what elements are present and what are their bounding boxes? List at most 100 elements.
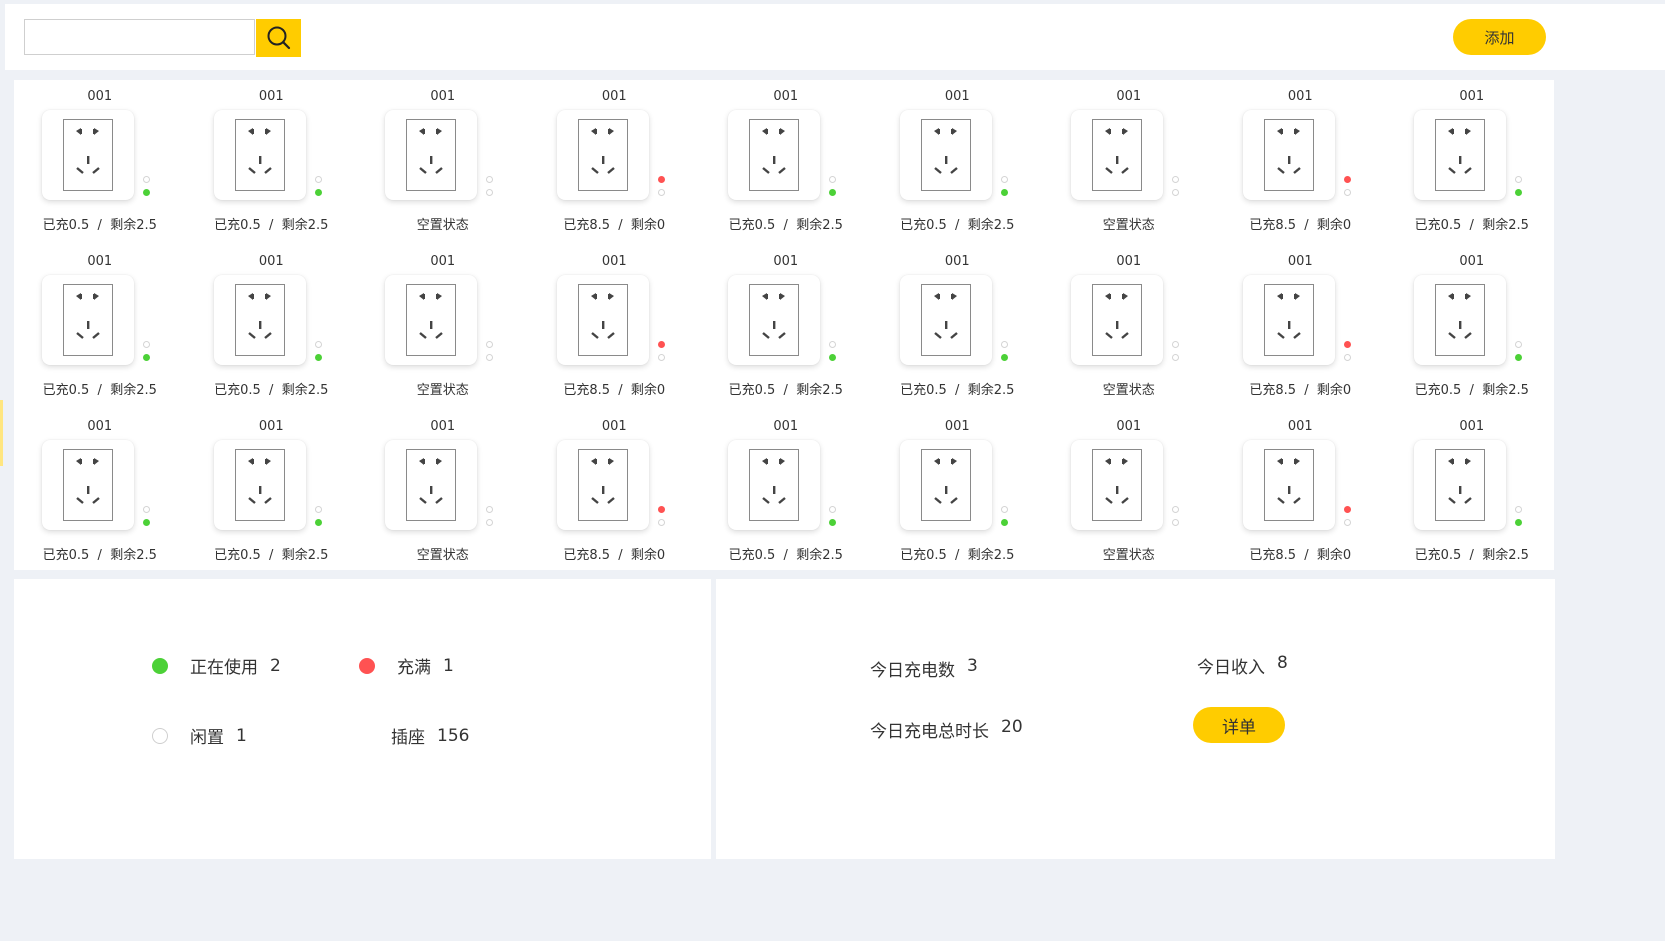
socket-id: 001 xyxy=(430,89,456,104)
socket-cell: 001 空置状态 xyxy=(1043,245,1215,410)
socket-id: 001 xyxy=(601,89,627,104)
socket-card[interactable] xyxy=(1414,275,1506,365)
socket-cell: 001 空置状态 xyxy=(357,245,529,410)
socket-card[interactable] xyxy=(213,440,306,530)
socket-card[interactable] xyxy=(1071,440,1163,530)
power-outlet-icon xyxy=(749,119,799,191)
socket-status: 已充0.5 / 剩余2.5 xyxy=(900,218,1015,233)
detail-button[interactable]: 详单 xyxy=(1193,707,1285,743)
today-charges-value: 3 xyxy=(967,656,978,676)
status-led-bottom-icon xyxy=(1000,519,1008,526)
socket-id: 001 xyxy=(430,254,456,269)
socket-id: 001 xyxy=(258,419,284,434)
status-led-top-icon xyxy=(829,176,836,183)
status-led-top-icon xyxy=(1343,506,1351,513)
socket-id: 001 xyxy=(1287,419,1313,434)
status-led-bottom-icon xyxy=(1343,354,1351,361)
socket-status: 已充0.5 / 剩余2.5 xyxy=(1414,383,1529,398)
socket-cell: 001 已充8.5 / 剩余0 xyxy=(1215,80,1387,245)
status-led-top-icon xyxy=(314,506,322,513)
socket-card[interactable] xyxy=(213,110,306,200)
socket-id: 001 xyxy=(1459,89,1485,104)
socket-card[interactable] xyxy=(1242,275,1335,365)
power-outlet-icon xyxy=(1263,284,1314,356)
socket-id: 001 xyxy=(1116,419,1142,434)
power-outlet-icon xyxy=(749,284,799,356)
socket-card[interactable] xyxy=(899,440,992,530)
socket-card[interactable] xyxy=(1071,110,1163,200)
search-button[interactable] xyxy=(256,19,301,57)
socket-id: 001 xyxy=(773,89,799,104)
socket-card[interactable] xyxy=(42,440,134,530)
power-outlet-icon xyxy=(1435,449,1485,521)
socket-cell: 001 已充0.5 / 剩余2.5 xyxy=(700,410,872,575)
idle-dot-icon xyxy=(152,727,168,744)
socket-card[interactable] xyxy=(1242,440,1335,530)
status-led-bottom-icon xyxy=(486,189,493,196)
socket-card[interactable] xyxy=(1071,275,1163,365)
power-outlet-icon xyxy=(63,449,113,521)
socket-cell: 001 已充0.5 / 剩余2.5 xyxy=(186,410,358,575)
socket-card[interactable] xyxy=(42,275,134,365)
socket-card[interactable] xyxy=(556,275,649,365)
socket-status: 空置状态 xyxy=(1102,548,1155,563)
legend-idle: 闲置 1 xyxy=(152,723,247,748)
socket-card[interactable] xyxy=(899,110,992,200)
power-outlet-icon xyxy=(1435,284,1485,356)
status-led-top-icon xyxy=(1515,506,1522,513)
socket-status: 空置状态 xyxy=(416,383,469,398)
socket-status: 已充0.5 / 剩余2.5 xyxy=(214,383,329,398)
add-button[interactable]: 添加 xyxy=(1453,19,1546,55)
power-outlet-icon xyxy=(234,119,285,191)
socket-card[interactable] xyxy=(385,110,477,200)
socket-card[interactable] xyxy=(213,275,306,365)
socket-status: 已充0.5 / 剩余2.5 xyxy=(42,548,157,563)
socket-cell: 001 已充8.5 / 剩余0 xyxy=(1215,245,1387,410)
in-use-dot-icon xyxy=(152,657,168,674)
socket-id: 001 xyxy=(1116,89,1142,104)
socket-card[interactable] xyxy=(556,110,649,200)
power-outlet-icon xyxy=(406,449,456,521)
power-outlet-icon xyxy=(1092,284,1142,356)
socket-status: 已充0.5 / 剩余2.5 xyxy=(1414,218,1529,233)
socket-id: 001 xyxy=(944,419,970,434)
socket-id: 001 xyxy=(87,419,113,434)
socket-id: 001 xyxy=(1116,254,1142,269)
socket-cell: 001 已充0.5 / 剩余2.5 xyxy=(14,410,186,575)
socket-card[interactable] xyxy=(42,110,134,200)
socket-status: 已充8.5 / 剩余0 xyxy=(1249,383,1352,398)
socket-id: 001 xyxy=(87,89,113,104)
socket-status: 已充8.5 / 剩余0 xyxy=(563,383,666,398)
socket-cell: 001 空置状态 xyxy=(1043,410,1215,575)
today-charges: 今日充电数 3 xyxy=(870,656,978,681)
socket-card[interactable] xyxy=(385,275,477,365)
status-led-bottom-icon xyxy=(657,354,665,361)
power-outlet-icon xyxy=(577,119,628,191)
socket-card[interactable] xyxy=(556,440,649,530)
legend-idle-label: 闲置 xyxy=(190,728,224,748)
socket-cell: 001 已充0.5 / 剩余2.5 xyxy=(1386,410,1558,575)
search-input[interactable] xyxy=(24,19,255,55)
power-outlet-icon xyxy=(1092,449,1142,521)
socket-card[interactable] xyxy=(1414,110,1506,200)
socket-card[interactable] xyxy=(728,110,820,200)
legend-in-use-label: 正在使用 xyxy=(190,658,258,678)
status-led-bottom-icon xyxy=(829,189,836,196)
power-outlet-icon xyxy=(920,284,971,356)
socket-cell: 001 已充8.5 / 剩余0 xyxy=(529,410,701,575)
socket-card[interactable] xyxy=(1414,440,1506,530)
socket-card[interactable] xyxy=(899,275,992,365)
socket-id: 001 xyxy=(773,254,799,269)
status-led-top-icon xyxy=(314,176,322,183)
socket-card[interactable] xyxy=(1242,110,1335,200)
socket-card[interactable] xyxy=(728,440,820,530)
socket-status: 已充0.5 / 剩余2.5 xyxy=(728,548,843,563)
socket-card[interactable] xyxy=(728,275,820,365)
socket-cell: 001 已充0.5 / 剩余2.5 xyxy=(186,80,358,245)
status-led-bottom-icon xyxy=(829,519,836,526)
side-collapse-handle[interactable] xyxy=(0,400,3,466)
socket-id: 001 xyxy=(944,89,970,104)
today-duration: 今日充电总时长 20 xyxy=(870,717,1023,742)
socket-card[interactable] xyxy=(385,440,477,530)
status-led-bottom-icon xyxy=(1172,189,1179,196)
